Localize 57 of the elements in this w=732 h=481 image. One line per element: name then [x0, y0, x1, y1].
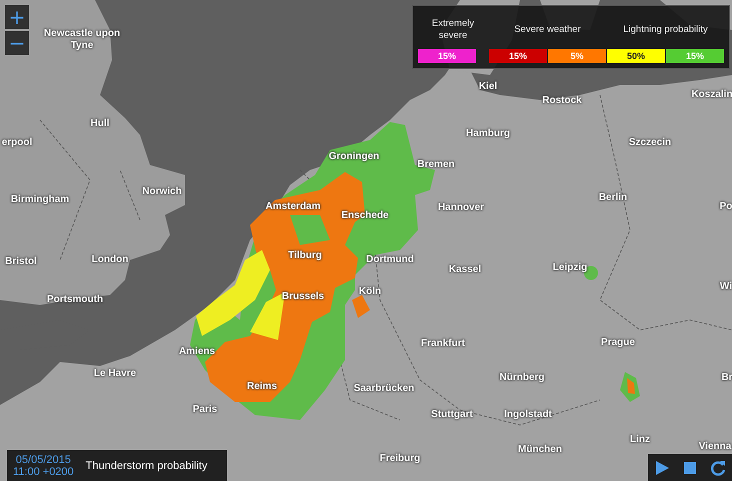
legend-swatch: 15%	[418, 49, 476, 63]
city-label: Rostock	[542, 95, 582, 107]
stop-button[interactable]	[682, 460, 698, 476]
legend-heading: Extremely severe	[430, 17, 476, 43]
city-label: Vienna	[698, 441, 732, 453]
city-label: Frankfurt	[421, 338, 465, 350]
city-label: Koszalin	[691, 89, 732, 101]
city-label: erpool	[2, 137, 32, 149]
city-label: Hannover	[438, 202, 484, 214]
city-label: Berlin	[598, 192, 628, 204]
city-label: Tilburg	[288, 250, 322, 262]
city-label: Portsmouth	[46, 294, 104, 306]
zoom-in-button[interactable]: +	[5, 5, 29, 29]
city-label: Freiburg	[380, 453, 420, 465]
city-label: Po	[720, 201, 732, 213]
city-label: Kiel	[478, 81, 498, 93]
play-button[interactable]	[654, 460, 670, 476]
legend-swatch: 15%	[666, 49, 724, 63]
city-label: München	[518, 444, 562, 456]
city-label: Hull	[90, 118, 110, 130]
city-label: Bristol	[5, 256, 37, 268]
city-label: Le Havre	[94, 368, 136, 380]
city-label: Prague	[601, 337, 635, 349]
legend-heading: Severe weather	[513, 23, 582, 37]
city-label: Saarbrücken	[354, 383, 414, 395]
city-label: Amiens	[178, 346, 216, 358]
city-label: Kassel	[448, 264, 482, 276]
legend-heading: Lightning probability	[622, 23, 709, 37]
city-label: Wi	[720, 281, 732, 293]
city-label: Br	[721, 372, 732, 384]
refresh-icon	[710, 460, 726, 476]
refresh-button[interactable]	[710, 460, 726, 476]
city-label: Ingolstadt	[504, 409, 552, 421]
city-label: London	[92, 254, 128, 266]
layer-title: Thunderstorm probability	[86, 460, 208, 472]
legend-swatch: 15%	[489, 49, 547, 63]
city-label: Leipzig	[552, 262, 588, 274]
city-label: Hamburg	[466, 128, 510, 140]
city-label: Szczecin	[628, 137, 672, 149]
city-label: Stuttgart	[431, 409, 473, 421]
stop-icon	[682, 460, 698, 476]
city-label: Norwich	[142, 186, 182, 198]
city-label: Linz	[630, 434, 650, 446]
city-label: Nürnberg	[500, 372, 544, 384]
time-text: 11:00 +0200	[13, 466, 74, 478]
city-label: Brussels	[282, 291, 324, 303]
city-label: Bremen	[417, 159, 455, 171]
city-label: Paris	[192, 404, 218, 416]
play-icon	[654, 460, 670, 476]
city-label: Köln	[358, 286, 382, 298]
city-label: Birmingham	[10, 194, 70, 206]
zoom-out-button[interactable]: −	[5, 31, 29, 55]
legend-swatch: 5%	[548, 49, 606, 63]
legend-swatch: 50%	[607, 49, 665, 63]
date-text: 05/05/2015	[16, 454, 71, 466]
city-label: Groningen	[328, 151, 380, 163]
city-label: Reims	[247, 381, 277, 393]
